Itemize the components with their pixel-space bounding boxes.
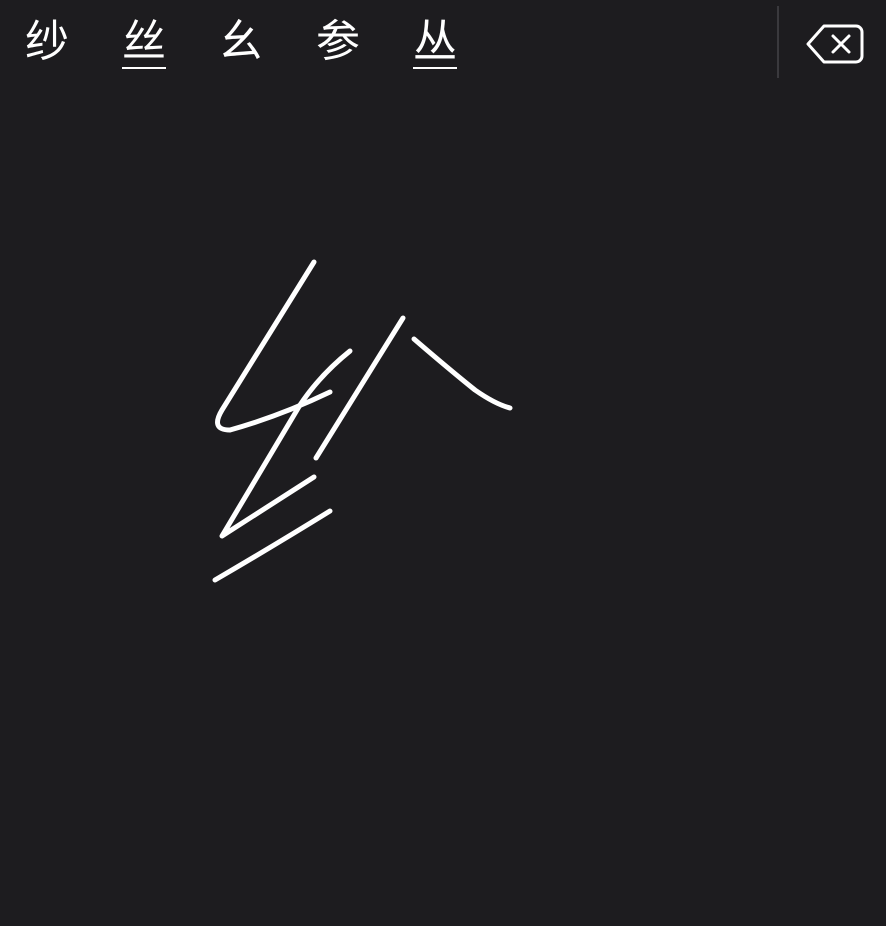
handwriting-canvas[interactable]: [0, 86, 886, 926]
stroke-4: [313, 315, 406, 461]
stroke-1: [215, 259, 333, 433]
handwriting-strokes: [212, 259, 513, 583]
stroke-5: [411, 336, 513, 411]
